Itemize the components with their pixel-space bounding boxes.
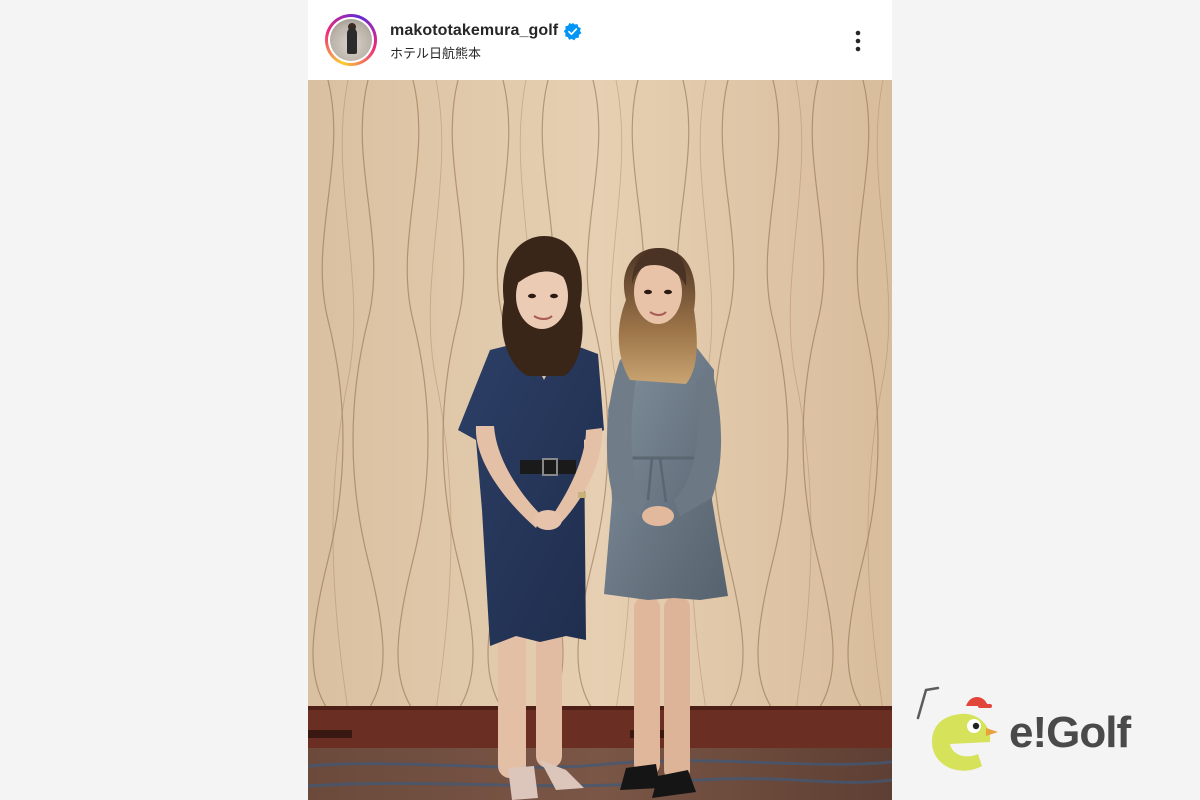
- verified-badge-icon: [563, 22, 582, 40]
- profile-avatar[interactable]: [325, 14, 377, 66]
- post-photo[interactable]: [308, 80, 892, 800]
- logo-text: e!Golf: [1009, 708, 1131, 757]
- instagram-post: makototakemura_golf ホテル日航熊本: [308, 0, 892, 800]
- egolf-logo: e!Golf: [912, 684, 1182, 780]
- avatar-frame: [328, 17, 374, 63]
- baseboard: [308, 706, 892, 750]
- mascot-icon: [916, 686, 998, 771]
- post-header: makototakemura_golf ホテル日航熊本: [308, 0, 892, 80]
- avatar-image: [330, 19, 372, 61]
- avatar-figure: [347, 28, 357, 54]
- username-row: makototakemura_golf: [390, 20, 582, 42]
- photo-scene: [308, 80, 892, 800]
- username-link[interactable]: makototakemura_golf: [390, 22, 558, 40]
- more-options-icon[interactable]: [846, 26, 870, 56]
- carpet: [308, 748, 892, 800]
- page: makototakemura_golf ホテル日航熊本 e!Golf: [0, 0, 1200, 800]
- location-link[interactable]: ホテル日航熊本: [390, 43, 481, 62]
